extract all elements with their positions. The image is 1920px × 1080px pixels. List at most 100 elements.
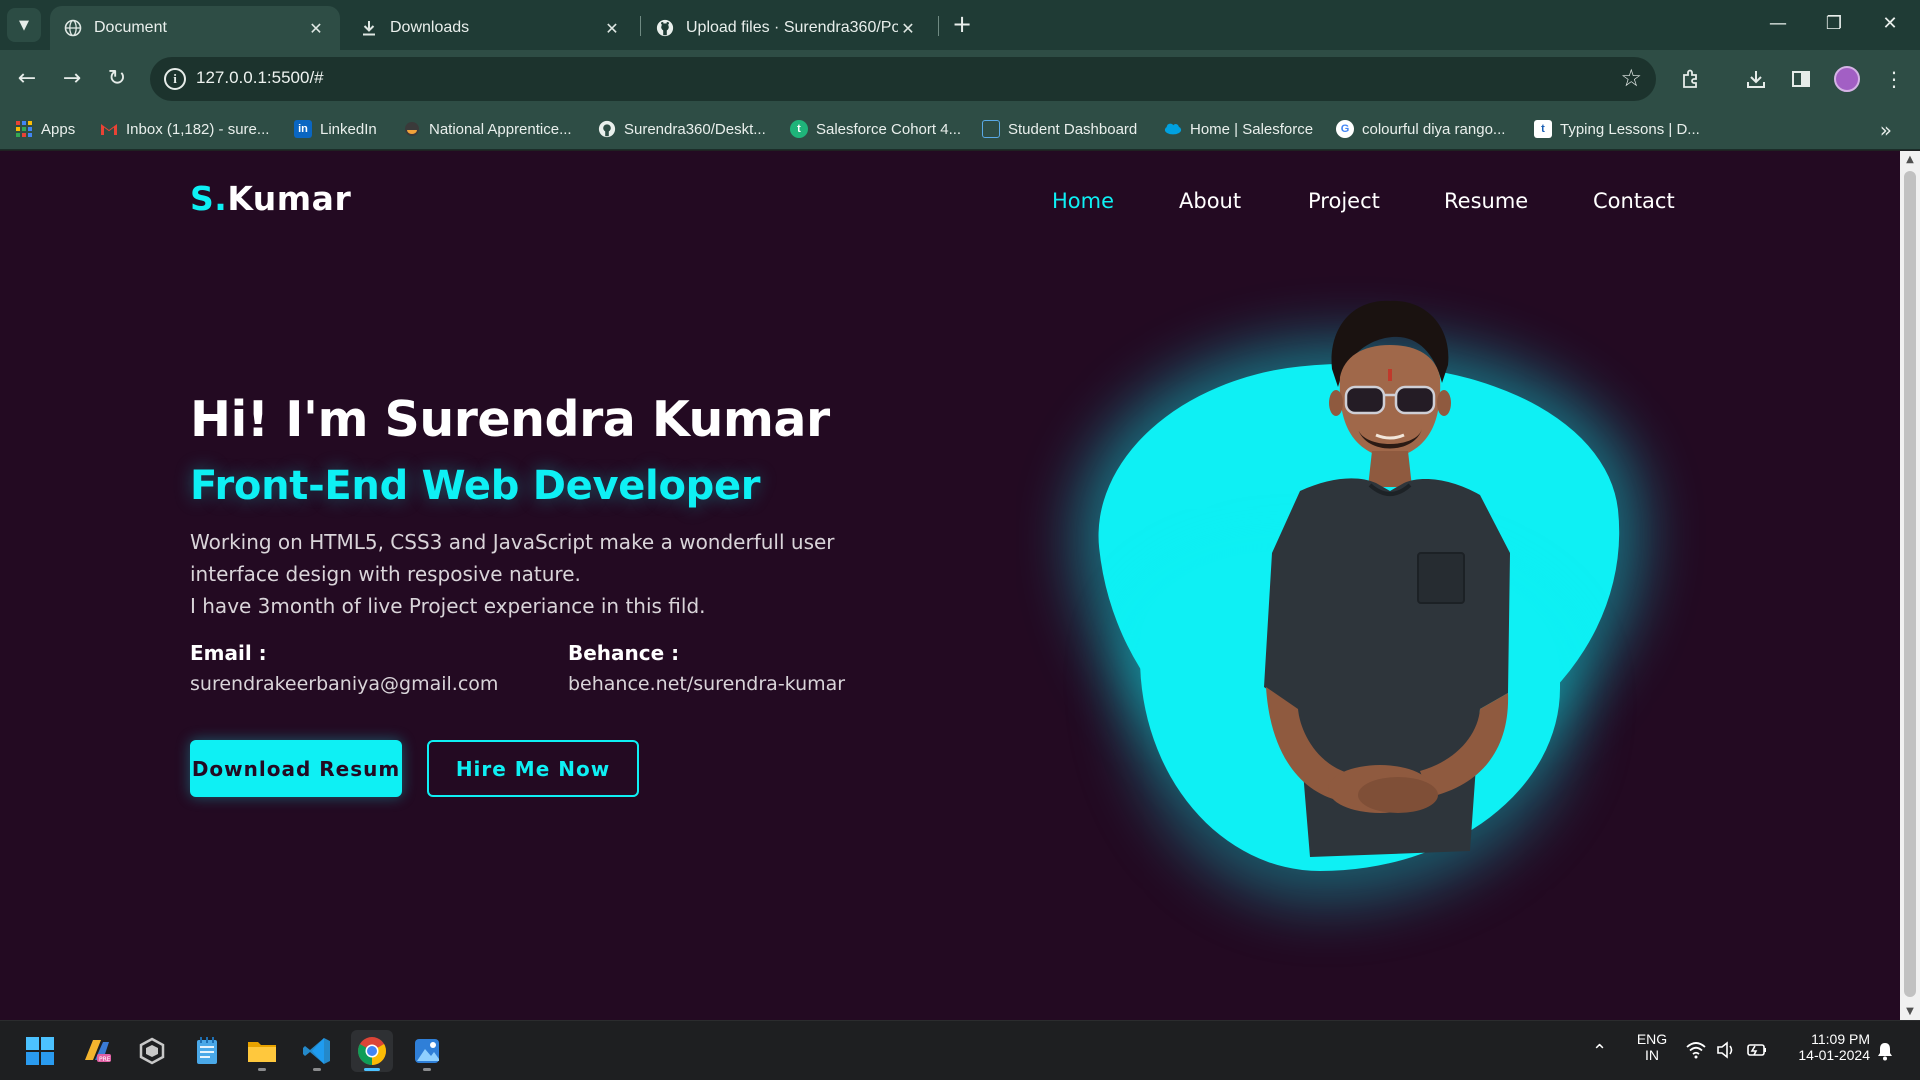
bookmark-github-desktop[interactable]: Surendra360/Deskt...	[598, 116, 766, 142]
hero-title: Hi! I'm Surendra Kumar	[190, 391, 830, 448]
tab-separator	[640, 16, 641, 36]
back-button[interactable]: ←	[10, 62, 44, 96]
info-icon[interactable]: i	[164, 68, 186, 90]
bookmark-label: Typing Lessons | D...	[1560, 120, 1700, 138]
downloads-icon[interactable]	[1740, 63, 1772, 95]
close-icon[interactable]: ✕	[602, 19, 622, 38]
github-icon	[598, 120, 616, 138]
running-indicator	[364, 1068, 380, 1071]
globe-icon	[64, 19, 82, 37]
download-resume-button[interactable]: Download Resum	[190, 740, 402, 797]
nav-resume[interactable]: Resume	[1444, 189, 1528, 213]
bookmark-salesforce-cohort[interactable]: t Salesforce Cohort 4...	[790, 116, 961, 142]
bookmarks-bar: Apps Inbox (1,182) - sure... in LinkedIn…	[0, 108, 1920, 150]
tab-search-button[interactable]: ▼	[7, 8, 41, 42]
unity-taskbar-icon[interactable]	[131, 1030, 173, 1072]
url-text[interactable]: 127.0.0.1:5500/#	[196, 68, 324, 88]
clock[interactable]: 11:09 PM 14-01-2024	[1780, 1031, 1870, 1063]
scrollbar-thumb[interactable]	[1904, 171, 1916, 997]
language-indicator[interactable]: ENG IN	[1632, 1031, 1672, 1063]
tab-title: Document	[94, 19, 167, 36]
nav-contact[interactable]: Contact	[1593, 189, 1675, 213]
tab-title: Downloads	[390, 19, 470, 36]
running-indicator	[313, 1068, 321, 1071]
photos-taskbar-icon[interactable]	[406, 1030, 448, 1072]
extensions-icon[interactable]	[1675, 63, 1707, 95]
bookmark-linkedin[interactable]: in LinkedIn	[294, 116, 377, 142]
chevron-down-icon: ▼	[19, 17, 29, 33]
chrome-taskbar-icon[interactable]	[351, 1030, 393, 1072]
nav-project[interactable]: Project	[1308, 189, 1380, 213]
minimize-button[interactable]: —	[1758, 8, 1798, 40]
logo-text: Kumar	[227, 179, 352, 218]
battery-icon[interactable]	[1746, 1041, 1768, 1064]
arrow-right-icon: →	[62, 66, 82, 91]
restore-button[interactable]: ❐	[1814, 8, 1854, 40]
svg-text:PRE: PRE	[99, 1056, 111, 1063]
minimize-icon: —	[1769, 13, 1787, 34]
nav-home[interactable]: Home	[1052, 189, 1114, 213]
hero-subtitle: Front-End Web Developer	[190, 463, 761, 509]
page-scrollbar[interactable]: ▲ ▼	[1900, 151, 1920, 1020]
page-viewport: S.Kumar Home About Project Resume Contac…	[0, 151, 1920, 1020]
windows-logo-icon	[26, 1037, 54, 1065]
address-bar[interactable]: i 127.0.0.1:5500/# ☆	[150, 57, 1656, 101]
bookmark-typing-lessons[interactable]: t Typing Lessons | D...	[1534, 116, 1700, 142]
tab-downloads[interactable]: Downloads ✕	[346, 6, 636, 50]
wifi-icon[interactable]	[1686, 1041, 1706, 1064]
reload-button[interactable]: ↻	[100, 62, 134, 96]
nav-about[interactable]: About	[1179, 189, 1241, 213]
copilot-taskbar-icon[interactable]: PRE	[76, 1030, 118, 1072]
close-icon[interactable]: ✕	[898, 19, 918, 38]
bookmark-label: colourful diya rango...	[1362, 120, 1506, 138]
notepad-taskbar-icon[interactable]	[186, 1030, 228, 1072]
bookmark-label: Salesforce Cohort 4...	[816, 120, 962, 138]
notification-bell-icon[interactable]	[1876, 1041, 1894, 1066]
linkedin-icon: in	[294, 120, 312, 138]
start-button[interactable]	[19, 1030, 61, 1072]
side-panel-icon[interactable]	[1785, 63, 1817, 95]
chevron-up-icon[interactable]: ⌃	[1592, 1041, 1607, 1062]
restore-icon: ❐	[1825, 13, 1843, 34]
github-icon	[656, 19, 674, 37]
bookmark-label: National Apprentice...	[429, 120, 572, 138]
site-logo[interactable]: S.Kumar	[190, 179, 351, 218]
bookmark-apps[interactable]: Apps	[15, 116, 75, 142]
hire-me-button[interactable]: Hire Me Now	[427, 740, 639, 797]
email-label: Email :	[190, 641, 267, 665]
tab-document[interactable]: Document ✕	[50, 6, 340, 50]
bookmark-home-salesforce[interactable]: Home | Salesforce	[1164, 116, 1313, 142]
bookmark-student-dashboard[interactable]: Student Dashboard	[982, 116, 1137, 142]
hero-image-area	[1082, 291, 1650, 931]
apps-grid-icon	[15, 120, 33, 138]
vscode-taskbar-icon[interactable]	[296, 1030, 338, 1072]
tab-upload-files[interactable]: Upload files · Surendra360/Portf ✕	[642, 6, 932, 50]
bookmark-national-apprentice[interactable]: National Apprentice...	[403, 116, 572, 142]
clock-date: 14-01-2024	[1798, 1047, 1870, 1063]
star-icon[interactable]: ☆	[1620, 64, 1642, 92]
tab-title: Upload files · Surendra360/Portf	[686, 19, 898, 36]
hero-description-line: Working on HTML5, CSS3 and JavaScript ma…	[190, 530, 835, 586]
forward-button[interactable]: →	[55, 62, 89, 96]
typing-icon: t	[1534, 120, 1552, 138]
new-tab-button[interactable]: +	[948, 10, 976, 40]
hero-description-line: I have 3month of live Project experiance…	[190, 594, 706, 618]
profile-avatar[interactable]	[1834, 66, 1860, 92]
volume-icon[interactable]	[1716, 1041, 1736, 1064]
close-icon[interactable]: ✕	[306, 19, 326, 38]
email-value[interactable]: surendrakeerbaniya@gmail.com	[190, 673, 498, 695]
scroll-up-icon[interactable]: ▲	[1900, 151, 1920, 168]
file-explorer-taskbar-icon[interactable]	[241, 1030, 283, 1072]
tab-separator	[938, 16, 939, 36]
menu-kebab-icon[interactable]: ⋮	[1878, 63, 1910, 95]
bookmark-colourful-diya[interactable]: G colourful diya rango...	[1336, 116, 1505, 142]
windows-taskbar: PRE ⌃ ENG IN 11:09 PM 14-01-2024	[0, 1020, 1920, 1080]
language-line: ENG	[1636, 1031, 1668, 1047]
behance-value[interactable]: behance.net/surendra-kumar	[568, 673, 845, 695]
reload-icon: ↻	[107, 66, 127, 91]
scroll-down-icon[interactable]: ▼	[1900, 1003, 1920, 1020]
chevron-double-right-icon[interactable]: »	[1880, 118, 1892, 142]
running-indicator	[423, 1068, 431, 1071]
close-window-button[interactable]: ✕	[1870, 8, 1910, 40]
bookmark-gmail[interactable]: Inbox (1,182) - sure...	[100, 116, 269, 142]
